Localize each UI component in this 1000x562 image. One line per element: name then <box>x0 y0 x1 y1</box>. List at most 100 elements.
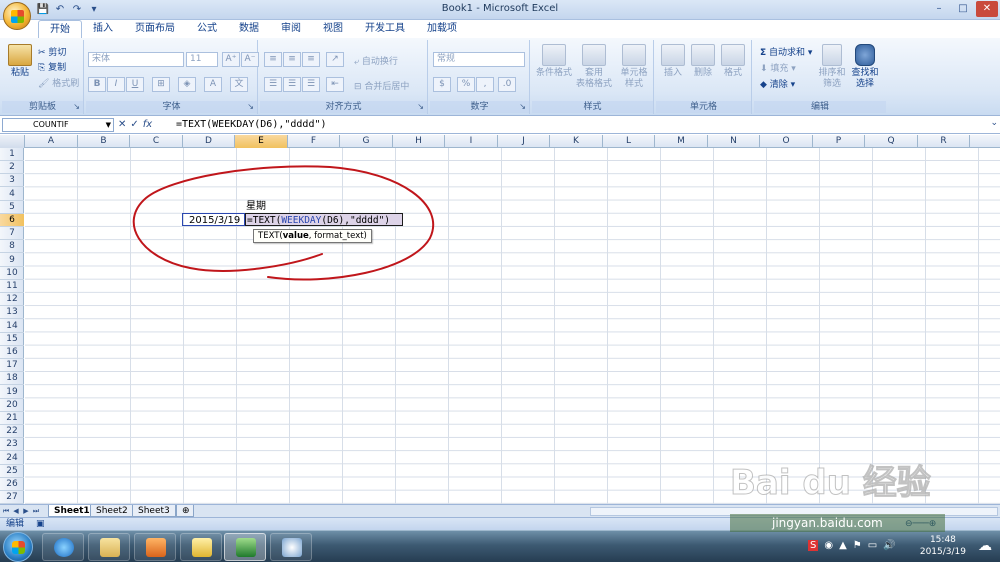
tab-developer[interactable]: 开发工具 <box>354 20 416 38</box>
indent-icon[interactable]: ⇤ <box>326 77 344 92</box>
copy-button[interactable]: ⎘ 复制 <box>38 60 66 73</box>
prev-sheet-icon[interactable]: ◀ <box>12 506 20 517</box>
align-bottom-icon[interactable]: ≡ <box>302 52 320 67</box>
grow-font-icon[interactable]: A⁺ <box>222 52 240 67</box>
row-header-1[interactable]: 1 <box>0 148 24 161</box>
align-top-icon[interactable]: ≡ <box>264 52 282 67</box>
sort-filter-button[interactable]: 排序和 筛选 <box>816 44 848 90</box>
autosum-button[interactable]: Σ 自动求和 ▾ <box>760 45 812 58</box>
row-header-8[interactable]: 8 <box>0 240 24 254</box>
align-left-icon[interactable]: ☰ <box>264 77 282 92</box>
borders-icon[interactable]: ⊞ <box>152 77 170 92</box>
close-icon[interactable]: ✕ <box>976 1 998 17</box>
cell-E5[interactable]: 星期 <box>246 200 266 213</box>
taskbar-media-player[interactable] <box>134 533 176 561</box>
taskbar-ie[interactable] <box>42 533 84 561</box>
insert-cells-button[interactable]: 插入 <box>658 44 688 79</box>
column-header-I[interactable]: I <box>445 135 498 148</box>
row-header-16[interactable]: 16 <box>0 346 24 359</box>
merge-center-button[interactable]: ⊟ 合并后居中 <box>354 79 409 92</box>
weather-icon[interactable]: ☁ <box>978 538 992 554</box>
dialog-launcher-icon[interactable]: ↘ <box>519 101 526 113</box>
row-header-26[interactable]: 26 <box>0 478 24 491</box>
sheet-tab-1[interactable]: Sheet1 <box>48 505 96 517</box>
flag-icon[interactable]: ⚑ <box>853 540 862 551</box>
macro-record-icon[interactable]: ▣ <box>36 518 45 530</box>
orientation-icon[interactable]: ↗ <box>326 52 344 67</box>
row-header-22[interactable]: 22 <box>0 425 24 439</box>
currency-icon[interactable]: $ <box>433 77 451 92</box>
tab-addins[interactable]: 加载项 <box>416 20 468 38</box>
row-header-11[interactable]: 11 <box>0 280 24 293</box>
dialog-launcher-icon[interactable]: ↘ <box>417 101 424 113</box>
column-header-C[interactable]: C <box>130 135 183 148</box>
fill-color-icon[interactable]: ◈ <box>178 77 196 92</box>
minimize-icon[interactable]: – <box>928 1 950 17</box>
cell-grid[interactable] <box>25 148 1000 504</box>
number-format-dropdown[interactable]: 常规 <box>433 52 525 67</box>
row-header-5[interactable]: 5 <box>0 201 24 214</box>
cut-button[interactable]: ✂ 剪切 <box>38 45 66 58</box>
conditional-format-button[interactable]: 条件格式 <box>534 44 574 79</box>
maximize-icon[interactable]: □ <box>952 1 974 17</box>
tab-view[interactable]: 视图 <box>312 20 354 38</box>
column-header-N[interactable]: N <box>708 135 760 148</box>
font-size-dropdown[interactable]: 11 <box>186 52 218 67</box>
first-sheet-icon[interactable]: ⏮ <box>2 506 10 517</box>
taskbar-explorer[interactable] <box>88 533 130 561</box>
dialog-launcher-icon[interactable]: ↘ <box>73 101 80 113</box>
column-header-J[interactable]: J <box>498 135 550 148</box>
select-all-corner[interactable] <box>0 135 25 148</box>
tab-formulas[interactable]: 公式 <box>186 20 228 38</box>
find-select-button[interactable]: 查找和 选择 <box>848 44 882 90</box>
row-header-19[interactable]: 19 <box>0 386 24 399</box>
cell-styles-button[interactable]: 单元格 样式 <box>614 44 654 90</box>
enter-icon[interactable]: ✓ <box>130 118 138 132</box>
column-header-M[interactable]: M <box>655 135 708 148</box>
row-header-25[interactable]: 25 <box>0 465 24 478</box>
expand-formula-icon[interactable]: ⌄ <box>990 118 998 128</box>
row-header-20[interactable]: 20 <box>0 399 24 412</box>
monitor-icon[interactable]: ▭ <box>868 540 877 551</box>
horizontal-scrollbar[interactable] <box>590 507 998 516</box>
align-middle-icon[interactable]: ≡ <box>283 52 301 67</box>
tab-review[interactable]: 审阅 <box>270 20 312 38</box>
dialog-launcher-icon[interactable]: ↘ <box>247 101 254 113</box>
column-header-K[interactable]: K <box>550 135 603 148</box>
column-header-A[interactable]: A <box>25 135 78 148</box>
wrap-text-button[interactable]: ⤶ 自动换行 <box>354 54 398 67</box>
column-header-P[interactable]: P <box>813 135 865 148</box>
row-header-2[interactable]: 2 <box>0 161 24 175</box>
insert-function-icon[interactable]: fx <box>143 118 152 132</box>
comma-button[interactable]: , <box>476 77 494 92</box>
column-header-F[interactable]: F <box>288 135 340 148</box>
volume-icon[interactable]: 🔊 <box>883 540 895 551</box>
column-header-H[interactable]: H <box>393 135 445 148</box>
row-header-15[interactable]: 15 <box>0 333 24 346</box>
fill-button[interactable]: ⬇ 填充 ▾ <box>760 61 796 74</box>
clear-button[interactable]: ◆ 清除 ▾ <box>760 77 795 90</box>
show-hidden-icon[interactable]: ▲ <box>839 540 847 551</box>
taskbar-excel[interactable] <box>224 533 266 561</box>
next-sheet-icon[interactable]: ▶ <box>22 506 30 517</box>
row-header-6[interactable]: 6 <box>0 214 24 227</box>
column-header-D[interactable]: D <box>183 135 235 148</box>
font-name-dropdown[interactable]: 宋体 <box>88 52 184 67</box>
zoom-slider[interactable]: ⊖───⊕ <box>905 518 936 530</box>
row-header-17[interactable]: 17 <box>0 359 24 373</box>
percent-button[interactable]: % <box>457 77 475 92</box>
delete-cells-button[interactable]: 删除 <box>688 44 718 79</box>
clock[interactable]: 15:48 2015/3/19 <box>920 534 966 558</box>
row-header-13[interactable]: 13 <box>0 306 24 320</box>
tab-insert[interactable]: 插入 <box>82 20 124 38</box>
tab-page-layout[interactable]: 页面布局 <box>124 20 186 38</box>
row-header-9[interactable]: 9 <box>0 254 24 267</box>
sheet-tab-2[interactable]: Sheet2 <box>90 505 134 517</box>
align-center-icon[interactable]: ☰ <box>283 77 301 92</box>
formula-input[interactable]: =TEXT(WEEKDAY(D6),"dddd") <box>176 118 988 132</box>
row-header-14[interactable]: 14 <box>0 320 24 333</box>
column-header-G[interactable]: G <box>340 135 393 148</box>
paste-button[interactable]: 粘贴 <box>6 44 34 79</box>
decimal-icon[interactable]: .0 <box>498 77 516 92</box>
italic-button[interactable]: I <box>107 77 125 92</box>
